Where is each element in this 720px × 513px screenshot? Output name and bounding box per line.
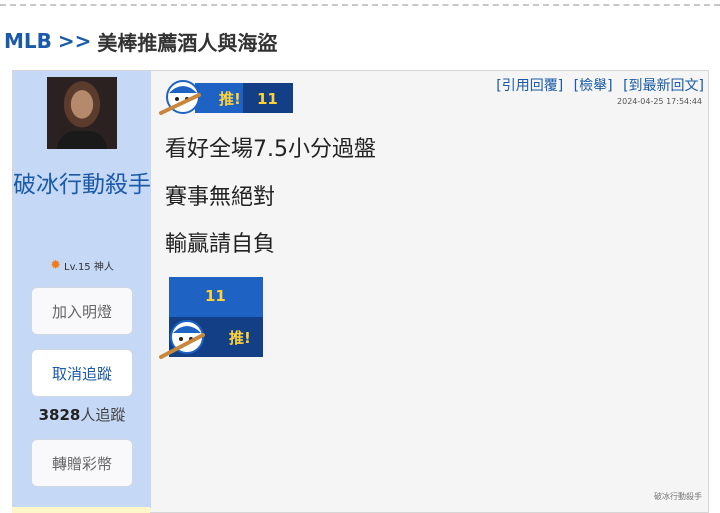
quote-reply-link[interactable]: [引用回覆] bbox=[496, 78, 563, 94]
unfollow-button[interactable]: 取消追蹤 bbox=[31, 349, 133, 397]
breadcrumb: MLB >> 美棒推薦酒人與海盜 bbox=[4, 26, 277, 56]
user-level: ✹ Lv.15 神人 bbox=[13, 258, 151, 273]
avatar[interactable] bbox=[47, 77, 117, 149]
user-level-label: Lv.15 神人 bbox=[64, 262, 114, 273]
top-divider bbox=[0, 0, 720, 6]
breadcrumb-separator: >> bbox=[57, 29, 92, 53]
post-card: 破冰行動殺手 ✹ Lv.15 神人 加入明燈 取消追蹤 3828人追蹤 轉贈彩幣… bbox=[12, 70, 709, 513]
post-line: 看好全場7.5小分過盤 bbox=[165, 137, 376, 162]
post-line: 輸贏請自負 bbox=[165, 232, 276, 257]
next-post-edge bbox=[12, 507, 150, 513]
follower-suffix: 人追蹤 bbox=[80, 406, 126, 424]
post-actions: [引用回覆] [檢舉] [到最新回文] bbox=[490, 75, 704, 95]
add-light-button[interactable]: 加入明燈 bbox=[31, 287, 133, 335]
recommend-count-badge-icon: 11 推! bbox=[159, 277, 263, 359]
gift-coins-button[interactable]: 轉贈彩幣 bbox=[31, 439, 133, 487]
post-line: 賽事無絕對 bbox=[165, 185, 276, 210]
breadcrumb-category[interactable]: MLB bbox=[4, 29, 52, 53]
follower-count: 3828人追蹤 bbox=[13, 404, 151, 425]
recommend-badge-icon: 推! 11 bbox=[159, 80, 293, 115]
badge-count-label: 推! bbox=[229, 329, 251, 347]
follower-number: 3828 bbox=[38, 406, 81, 424]
badge-label: 推! bbox=[219, 90, 241, 108]
user-name[interactable]: 破冰行動殺手 bbox=[13, 167, 151, 203]
sun-icon: ✹ bbox=[50, 258, 62, 273]
badge-number: 11 bbox=[257, 90, 278, 108]
signature: 破冰行動殺手 bbox=[654, 492, 702, 501]
report-link[interactable]: [檢舉] bbox=[574, 78, 613, 94]
latest-reply-link[interactable]: [到最新回文] bbox=[623, 78, 704, 94]
post-body: 推! 11 [引用回覆] [檢舉] [到最新回文] 2024-04-25 17:… bbox=[151, 71, 708, 512]
badge-count: 11 bbox=[205, 287, 226, 305]
page-title: 美棒推薦酒人與海盜 bbox=[97, 30, 278, 55]
post-timestamp: 2024-04-25 17:54:44 bbox=[617, 97, 702, 106]
user-panel: 破冰行動殺手 ✹ Lv.15 神人 加入明燈 取消追蹤 3828人追蹤 轉贈彩幣 bbox=[13, 71, 151, 508]
